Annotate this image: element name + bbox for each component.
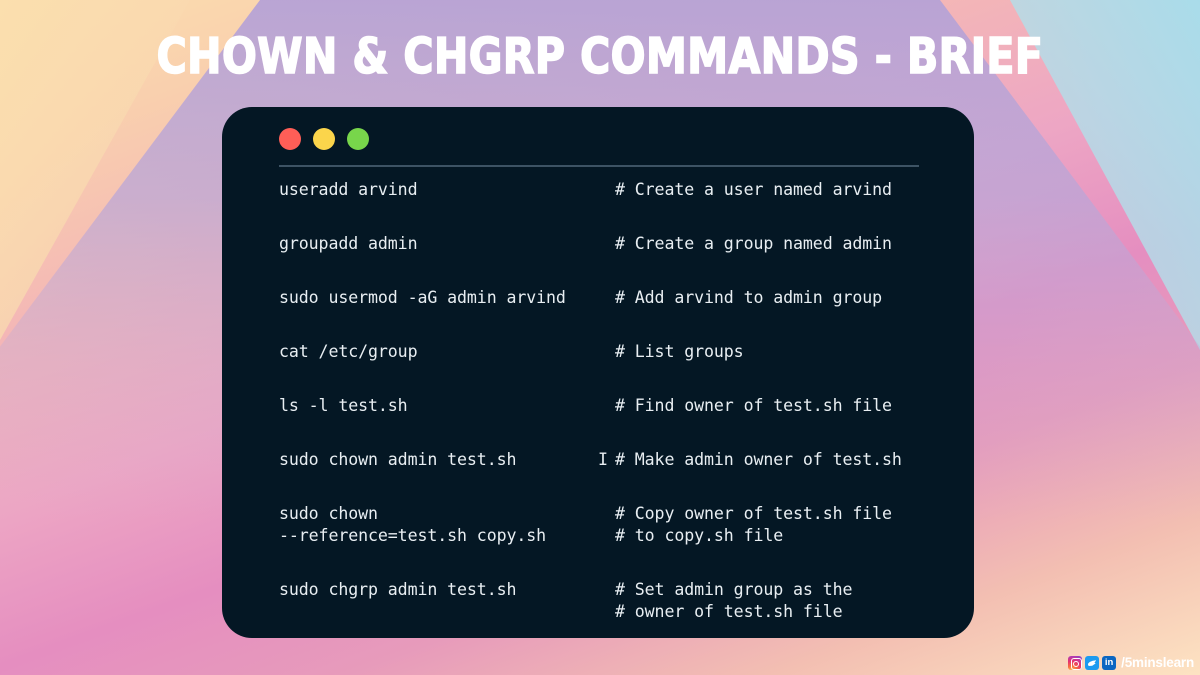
- terminal-command: useradd arvind: [279, 180, 418, 199]
- terminal-line: # owner of test.sh file: [279, 601, 969, 623]
- close-button[interactable]: [279, 128, 301, 150]
- terminal-window: useradd arvind # Create a user named arvi…: [222, 107, 974, 638]
- terminal-line: useradd arvind # Create a user named arvi…: [279, 179, 969, 201]
- terminal-command: ls -l test.sh: [279, 396, 408, 415]
- terminal-divider: [279, 165, 919, 167]
- terminal-line: cat /etc/group # List groups: [279, 341, 969, 363]
- terminal-comment: # Set admin group as the: [615, 580, 853, 599]
- terminal-comment: # Find owner of test.sh file: [615, 396, 892, 415]
- minimize-button[interactable]: [313, 128, 335, 150]
- terminal-line: sudo chgrp admin test.sh # Set admin grou…: [279, 579, 969, 601]
- terminal-command: sudo chown admin test.sh: [279, 450, 517, 469]
- terminal-command: sudo chgrp admin test.sh: [279, 580, 517, 599]
- terminal-command: cat /etc/group: [279, 342, 418, 361]
- terminal-comment: # Copy owner of test.sh file: [615, 504, 892, 523]
- terminal-line: ls -l test.sh # Find owner of test.sh fil…: [279, 395, 969, 417]
- twitter-icon[interactable]: [1085, 656, 1100, 670]
- linkedin-icon[interactable]: in: [1102, 656, 1117, 670]
- social-watermark: in /5minslearn: [1068, 655, 1194, 671]
- terminal-line: --reference=test.sh copy.sh # to copy.sh …: [279, 525, 969, 547]
- terminal-line: groupadd admin # Create a group named adm…: [279, 233, 969, 255]
- terminal-line: sudo chown admin test.sh I # Make admin ow…: [279, 449, 969, 471]
- terminal-comment: # Create a user named arvind: [615, 180, 892, 199]
- instagram-icon[interactable]: [1068, 656, 1083, 670]
- terminal-command: groupadd admin: [279, 234, 418, 253]
- terminal-command: sudo usermod -aG admin arvind: [279, 288, 566, 307]
- terminal-comment: # owner of test.sh file: [615, 602, 843, 621]
- page-title: CHOWN & CHGRP COMMANDS - BRIEF: [156, 27, 1044, 86]
- terminal-comment: # to copy.sh file: [615, 526, 784, 545]
- maximize-button[interactable]: [347, 128, 369, 150]
- window-controls: [279, 128, 369, 150]
- terminal-command: --reference=test.sh copy.sh: [279, 526, 547, 545]
- terminal-content: useradd arvind # Create a user named arvi…: [279, 179, 969, 623]
- terminal-line: sudo usermod -aG admin arvind # Add arvin…: [279, 287, 969, 309]
- terminal-comment: # Create a group named admin: [615, 234, 892, 253]
- terminal-comment: # Add arvind to admin group: [615, 288, 883, 307]
- terminal-line: sudo chown # Copy owner of test.sh file: [279, 503, 969, 525]
- text-cursor-icon: I: [598, 450, 608, 469]
- terminal-comment: # Make admin owner of test.sh: [615, 450, 902, 469]
- social-handle: /5minslearn: [1121, 655, 1194, 670]
- terminal-comment: # List groups: [615, 342, 744, 361]
- slide-canvas: CHOWN & CHGRP COMMANDS - BRIEF useradd a…: [0, 0, 1200, 675]
- terminal-command: sudo chown: [279, 504, 378, 523]
